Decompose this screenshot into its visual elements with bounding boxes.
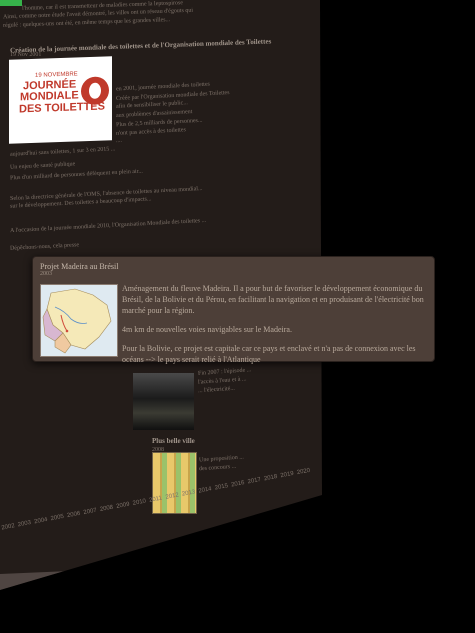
panel-text-line: A l'occasion de la journée mondiale 2010… (9, 217, 207, 235)
timeline-year[interactable]: 2007 (83, 508, 97, 516)
panel-text-line: Dépêchons-nous, cela presse (9, 242, 80, 252)
timeline-year[interactable]: 2008 (99, 505, 113, 513)
timeline-year[interactable]: 2009 (116, 502, 130, 510)
timeline-year[interactable]: 2006 (67, 511, 81, 519)
timeline-year[interactable]: 2010 (132, 499, 146, 507)
timeline-year[interactable]: 2013 (182, 489, 196, 497)
popup-paragraph: Aménagement du fleuve Madeira. Il a pour… (122, 284, 424, 315)
timeline-year[interactable]: 2014 (198, 486, 212, 494)
popup-title: Projet Madeira au Brésil (40, 262, 119, 271)
popup-description: Aménagement du fleuve Madeira. Il a pour… (122, 283, 430, 373)
event-text-line: des concours ... (198, 463, 237, 473)
event-heading[interactable]: Création de la journée mondiale des toil… (10, 37, 271, 55)
popup-paragraph: Pour la Bolivie, ce projet est capitale … (122, 344, 416, 364)
timeline-year[interactable]: 2015 (214, 483, 228, 491)
timeline-year[interactable]: 2011 (149, 496, 163, 504)
event-photo[interactable] (133, 373, 194, 430)
timeline-bar[interactable] (0, 560, 322, 590)
popup-year: 2003 (40, 271, 52, 277)
timeline-year[interactable]: 2016 (231, 480, 245, 488)
timeline-year[interactable]: 2003 (17, 520, 31, 528)
event-text-line: .... (115, 137, 123, 145)
timeline-year[interactable]: 2004 (34, 517, 48, 525)
panel-text-line: aujourd'hui sans toilettes, 1 sur 3 en 2… (9, 146, 116, 158)
timeline-year[interactable]: 2017 (247, 477, 261, 485)
panel-text-line: Un enjeu de santé publique (9, 161, 76, 171)
green-marker (0, 0, 22, 6)
event-popup[interactable]: Projet Madeira au Brésil 2003 Aménagemen… (32, 256, 435, 364)
timeline-year[interactable]: 2019 (280, 471, 294, 479)
event-heading[interactable]: Plus belle ville (152, 437, 195, 446)
timeline-year[interactable]: 2002 (1, 523, 15, 531)
event-text-line: ... l'électricité... (197, 385, 236, 395)
brazil-map-image[interactable] (40, 284, 118, 357)
timeline-year[interactable]: 2018 (264, 474, 278, 482)
timeline-year[interactable]: 2005 (50, 514, 64, 522)
timeline-year[interactable]: 2012 (165, 492, 179, 500)
world-toilet-day-image[interactable]: 19 NOVEMBRE JOURNÉE MONDIALE DES TOILETT… (9, 56, 112, 144)
map-icon (41, 285, 117, 356)
timeline-year[interactable]: 2020 (296, 468, 310, 476)
popup-paragraph: 4m km de nouvelles voies navigables sur … (122, 325, 292, 334)
event-date: 19 Nov 2001 (10, 52, 42, 58)
